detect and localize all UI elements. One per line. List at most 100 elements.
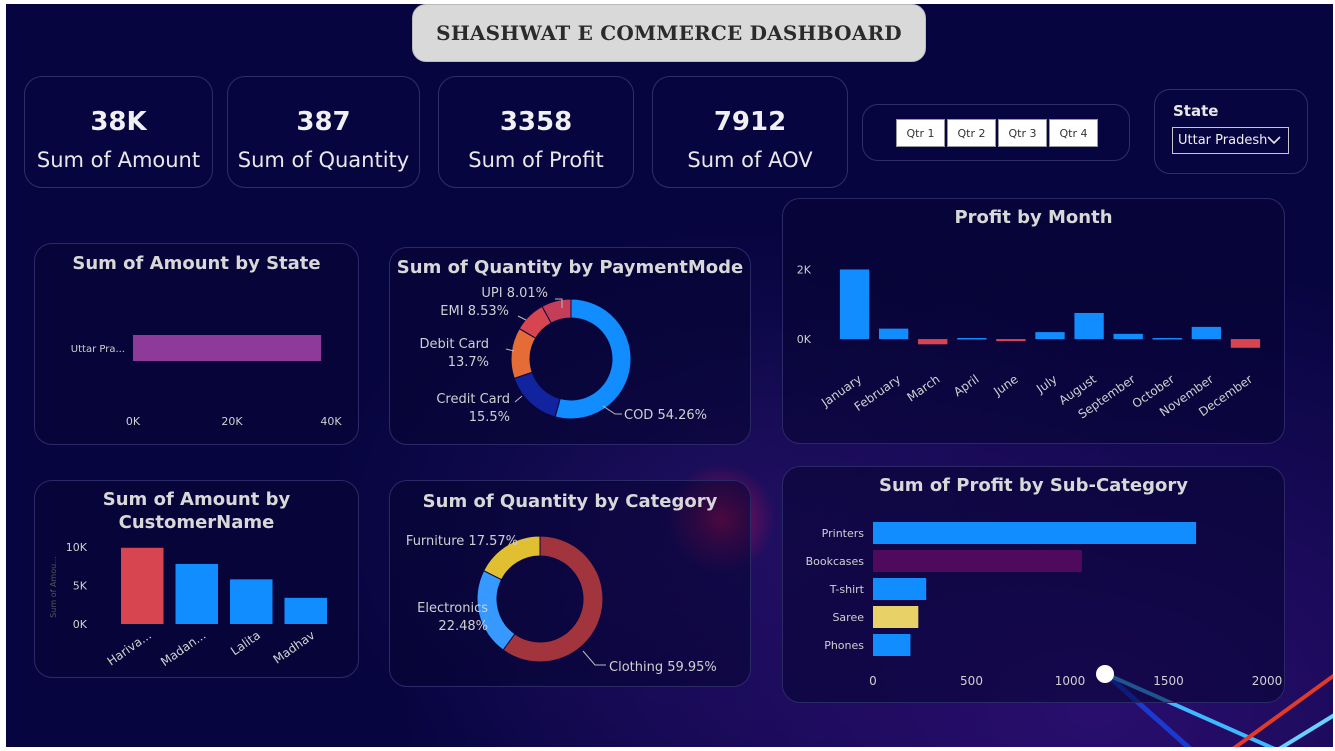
profit-by-subcat-panel: Sum of Profit by Sub-Category Printers Bo… xyxy=(782,466,1285,703)
qty-by-category-chart: Clothing 59.95% Electronics 22.48% Furnitur… xyxy=(406,534,717,675)
tick-label: 0K xyxy=(73,618,88,631)
bar xyxy=(918,339,948,345)
profit-by-month-chart: 2K0KJanuaryFebruary March April June JulyAug… xyxy=(797,263,1261,422)
kpi-label: Sum of AOV xyxy=(687,148,813,172)
tick-label: 1000 xyxy=(1055,674,1086,688)
qty-by-payment-panel: Sum of Quantity by PaymentMode COD 54.26… xyxy=(389,247,751,445)
slice-label: Debit Card xyxy=(419,337,489,352)
slider-handle[interactable] xyxy=(1096,665,1114,683)
bar xyxy=(873,550,1082,572)
bar xyxy=(175,563,219,624)
dashboard-canvas: SHASHWAT E COMMERCE DASHBOARD 38K Sum of… xyxy=(6,4,1333,747)
qtr-2-button[interactable]: Qtr 2 xyxy=(947,119,996,147)
bar xyxy=(996,339,1026,342)
slice-label: Electronics xyxy=(417,601,488,616)
tick-label: 40K xyxy=(320,415,342,428)
kpi-value: 3358 xyxy=(499,107,573,137)
bar xyxy=(1113,333,1143,340)
state-filter-panel: State Uttar Pradesh xyxy=(1154,89,1308,174)
qtr-3-button[interactable]: Qtr 3 xyxy=(998,119,1047,147)
kpi-label: Sum of Profit xyxy=(468,148,604,172)
slice-label: 22.48% xyxy=(438,619,488,634)
state-filter-label: State xyxy=(1173,102,1219,120)
tick-label: 5K xyxy=(73,580,88,593)
bar xyxy=(1152,338,1182,340)
quarter-slicer: Qtr 1 Qtr 2 Qtr 3 Qtr 4 xyxy=(862,104,1130,161)
slice-label: UPI 8.01% xyxy=(481,286,548,301)
kpi-card-quantity: 387 Sum of Quantity xyxy=(227,76,420,188)
slice xyxy=(513,371,561,418)
kpi-card-aov: 7912 Sum of AOV xyxy=(652,76,848,188)
bar xyxy=(229,579,273,624)
tick-label: 20K xyxy=(221,415,243,428)
category-label: T-shirt xyxy=(829,583,865,596)
tick-label: 2K xyxy=(797,263,812,276)
profit-by-subcat-chart: Printers Bookcases T-shirt Saree Phones 0 500 1… xyxy=(806,522,1282,688)
tick-label: Hariva... xyxy=(105,628,154,668)
bar xyxy=(878,328,909,340)
chevron-down-icon xyxy=(1267,136,1281,145)
qty-by-category-panel: Sum of Quantity by Category Clothing 59.… xyxy=(389,480,751,687)
bar xyxy=(957,338,987,340)
slice-label: Clothing 59.95% xyxy=(609,660,717,675)
tick-label: 0 xyxy=(869,674,877,688)
category-label: Uttar Pra... xyxy=(71,344,125,355)
category-label: Phones xyxy=(824,639,864,652)
tick-label: 0K xyxy=(126,415,141,428)
tick-label: 0K xyxy=(797,333,812,346)
profit-by-month-panel: Profit by Month 2K 0K January February March… xyxy=(782,198,1285,444)
bar xyxy=(133,335,322,361)
bar xyxy=(839,269,870,340)
category-label: Printers xyxy=(822,527,865,540)
tick-label: Madan... xyxy=(158,628,208,669)
amount-by-customer-chart: 10K 5K 0K Sum of Amou... Hariva... Madan... La… xyxy=(49,541,328,669)
bar xyxy=(873,522,1197,544)
tick-label: 1500 xyxy=(1153,674,1184,688)
category-label: Saree xyxy=(832,611,864,624)
bar xyxy=(1191,326,1222,340)
tick-label: Lalita xyxy=(228,628,263,658)
slice-label: Credit Card xyxy=(436,392,510,407)
tick-label: 500 xyxy=(960,674,983,688)
bar xyxy=(120,547,164,624)
leader-line xyxy=(517,315,527,321)
slice-label: 15.5% xyxy=(469,410,510,425)
kpi-card-profit: 3358 Sum of Profit xyxy=(438,76,634,188)
slice-label: EMI 8.53% xyxy=(440,304,509,319)
bar xyxy=(873,634,911,656)
state-dropdown[interactable]: Uttar Pradesh xyxy=(1172,127,1289,154)
bar xyxy=(873,578,927,600)
state-dropdown-value: Uttar Pradesh xyxy=(1178,133,1268,148)
tick-label: Madhav xyxy=(271,628,318,667)
tick-label: June xyxy=(990,372,1020,399)
y-axis-label: Sum of Amou... xyxy=(49,556,58,618)
kpi-card-amount: 38K Sum of Amount xyxy=(24,76,213,188)
slice-label: 13.7% xyxy=(448,355,489,370)
tick-label: 10K xyxy=(66,541,88,554)
category-label: Bookcases xyxy=(806,555,865,568)
kpi-value: 7912 xyxy=(713,107,787,137)
tick-label: March xyxy=(904,372,942,404)
kpi-label: Sum of Quantity xyxy=(237,148,410,172)
amount-by-state-panel: Sum of Amount by State Uttar Pra... 0K 20K… xyxy=(34,243,359,445)
leader-line xyxy=(514,395,523,403)
qtr-4-button[interactable]: Qtr 4 xyxy=(1049,119,1098,147)
dashboard-title: SHASHWAT E COMMERCE DASHBOARD xyxy=(436,21,902,45)
leader-line xyxy=(582,650,606,666)
qtr-1-button[interactable]: Qtr 1 xyxy=(896,119,945,147)
slice-label: Furniture 17.57% xyxy=(406,534,518,549)
dashboard-title-box: SHASHWAT E COMMERCE DASHBOARD xyxy=(412,4,926,62)
amount-by-customer-panel: Sum of Amount by CustomerName 10K 5K 0K Sum… xyxy=(34,480,359,678)
bar xyxy=(1230,339,1261,348)
bar xyxy=(1035,332,1065,340)
kpi-value: 387 xyxy=(296,107,351,137)
kpi-label: Sum of Amount xyxy=(36,148,201,172)
kpi-value: 38K xyxy=(90,107,147,137)
slice-label: COD 54.26% xyxy=(624,408,707,423)
bar xyxy=(284,597,328,624)
qty-by-payment-chart: COD 54.26% Credit Card 15.5% Debit Card 13.7… xyxy=(419,286,707,425)
amount-by-state-chart: Uttar Pra... 0K 20K 40K xyxy=(71,335,342,428)
bar xyxy=(1074,312,1104,340)
tick-label: April xyxy=(951,372,982,399)
tick-label: July xyxy=(1033,372,1060,396)
